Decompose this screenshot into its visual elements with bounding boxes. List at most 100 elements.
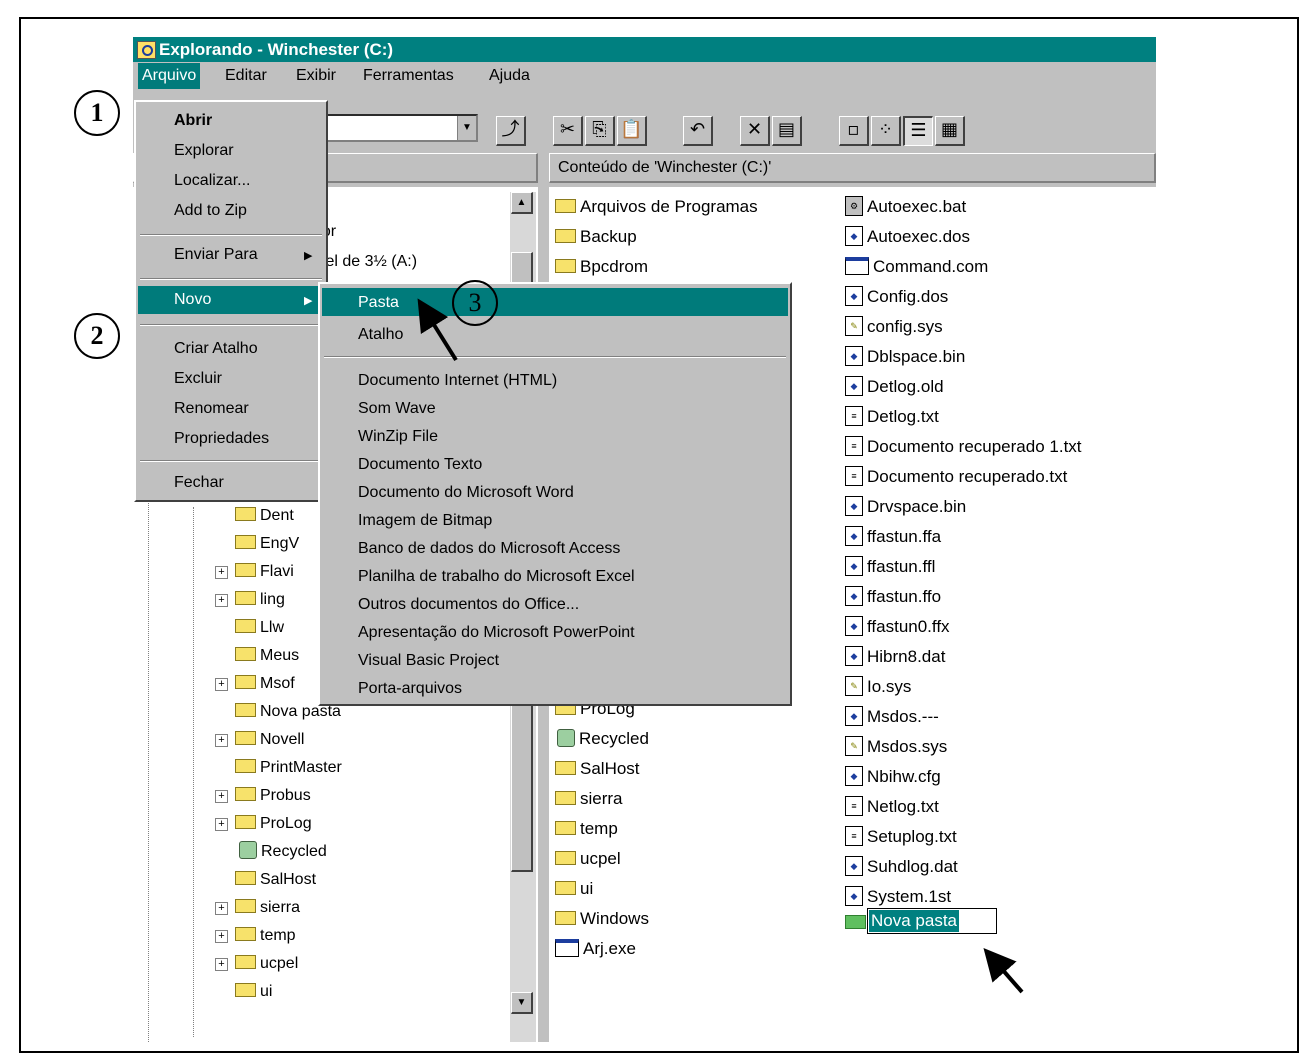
menu-item-winzip[interactable]: WinZip File [358, 424, 438, 450]
menu-item-access[interactable]: Banco de dados do Microsoft Access [358, 536, 620, 562]
up-folder-icon[interactable]: ⤴ [496, 116, 526, 146]
tree-item[interactable]: + ucpel [215, 951, 298, 977]
list-item[interactable]: ≡ Netlog.txt [845, 793, 939, 821]
copy-icon[interactable]: ⎘ [585, 116, 615, 146]
list-item[interactable]: ⚙ Autoexec.bat [845, 193, 966, 221]
list-item[interactable]: ui [555, 875, 593, 903]
menu-item-word[interactable]: Documento do Microsoft Word [358, 480, 574, 506]
tree-item[interactable]: ui [235, 979, 272, 1005]
menu-item-add-to-zip[interactable]: Add to Zip [174, 198, 247, 224]
menu-item-pasta[interactable]: Pasta [358, 290, 399, 316]
list-item[interactable]: ✎ config.sys [845, 313, 943, 341]
tree-item[interactable]: + Flavi [215, 559, 294, 585]
list-item[interactable]: sierra [555, 785, 623, 813]
expand-icon[interactable]: + [215, 594, 228, 607]
menu-item-excluir[interactable]: Excluir [174, 366, 222, 392]
menu-item-renomear[interactable]: Renomear [174, 396, 249, 422]
menu-item-office[interactable]: Outros documentos do Office... [358, 592, 579, 618]
list-item[interactable]: Arj.exe [555, 935, 636, 963]
menu-item-visual-basic[interactable]: Visual Basic Project [358, 648, 499, 674]
list-item[interactable]: ◆ Config.dos [845, 283, 948, 311]
list-item[interactable]: temp [555, 815, 618, 843]
list-item[interactable]: Arquivos de Programas [555, 193, 758, 221]
list-item[interactable]: ◆ ffastun.ffa [845, 523, 941, 551]
list-item[interactable]: Backup [555, 223, 637, 251]
menu-item-html[interactable]: Documento Internet (HTML) [358, 368, 557, 394]
tree-item[interactable]: Recycled [239, 839, 327, 865]
expand-icon[interactable]: + [215, 678, 228, 691]
list-item[interactable]: Command.com [845, 253, 988, 281]
list-item[interactable]: ◆ Suhdlog.dat [845, 853, 958, 881]
expand-icon[interactable]: + [215, 902, 228, 915]
address-combo[interactable]: ▼ [313, 114, 478, 142]
tree-item[interactable]: Llw [235, 615, 284, 641]
menu-exibir[interactable]: Exibir [292, 63, 340, 89]
menu-item-novo[interactable]: Novo [174, 287, 211, 313]
list-item[interactable]: ◆ ffastun0.ffx [845, 613, 950, 641]
menu-ferramentas[interactable]: Ferramentas [359, 63, 458, 89]
scroll-down-icon[interactable]: ▼ [511, 992, 533, 1014]
tree-item-partial[interactable]: ível de 3½ (A:) [313, 249, 417, 275]
list-item[interactable]: ✎ Io.sys [845, 673, 911, 701]
list-item[interactable]: Bpcdrom [555, 253, 648, 281]
menu-item-som-wave[interactable]: Som Wave [358, 396, 436, 422]
menu-editar[interactable]: Editar [221, 63, 271, 89]
scroll-up-icon[interactable]: ▲ [511, 192, 533, 214]
list-item[interactable]: ◆ Detlog.old [845, 373, 944, 401]
tree-item[interactable]: + sierra [215, 895, 300, 921]
expand-icon[interactable]: + [215, 930, 228, 943]
menu-item-excel[interactable]: Planilha de trabalho do Microsoft Excel [358, 564, 635, 590]
list-item[interactable]: ◆ ffastun.ffo [845, 583, 941, 611]
tree-item[interactable]: Dent [235, 503, 294, 529]
list-icon[interactable]: ☰ [903, 116, 933, 146]
menu-item-fechar[interactable]: Fechar [174, 470, 224, 496]
menu-item-propriedades[interactable]: Propriedades [174, 426, 269, 452]
expand-icon[interactable]: + [215, 734, 228, 747]
list-item[interactable]: ◆ ffastun.ffl [845, 553, 935, 581]
properties-icon[interactable]: ▤ [772, 116, 802, 146]
tree-item[interactable]: SalHost [235, 867, 316, 893]
list-item[interactable]: ◆ System.1st [845, 883, 951, 911]
list-item[interactable]: ≡ Detlog.txt [845, 403, 939, 431]
list-item[interactable]: Recycled [557, 725, 649, 753]
menu-item-localizar[interactable]: Localizar... [174, 168, 250, 194]
menu-item-bitmap[interactable]: Imagem de Bitmap [358, 508, 492, 534]
tree-item[interactable]: EngV [235, 531, 299, 557]
cut-icon[interactable]: ✂ [553, 116, 583, 146]
rename-field[interactable]: Nova pasta [867, 908, 997, 934]
list-item[interactable]: ◆ Hibrn8.dat [845, 643, 945, 671]
menu-arquivo[interactable]: Arquivo [138, 63, 201, 89]
list-item[interactable]: ≡ Documento recuperado.txt [845, 463, 1067, 491]
menu-item-enviar-para[interactable]: Enviar Para [174, 242, 258, 268]
expand-icon[interactable]: + [215, 818, 228, 831]
expand-icon[interactable]: + [215, 790, 228, 803]
menu-item-powerpoint[interactable]: Apresentação do Microsoft PowerPoint [358, 620, 635, 646]
expand-icon[interactable]: + [215, 566, 228, 579]
list-item[interactable]: ◆ Autoexec.dos [845, 223, 970, 251]
tree-item[interactable]: Meus [235, 643, 299, 669]
tree-item[interactable]: + ProLog [215, 811, 312, 837]
list-item[interactable]: ✎ Msdos.sys [845, 733, 947, 761]
tree-item[interactable]: PrintMaster [235, 755, 342, 781]
menu-item-explorar[interactable]: Explorar [174, 138, 234, 164]
tree-item[interactable]: + Msof [215, 671, 295, 697]
tree-item[interactable]: + temp [215, 923, 296, 949]
menu-item-porta-arquivos[interactable]: Porta-arquivos [358, 676, 462, 702]
list-item[interactable]: ◆ Dblspace.bin [845, 343, 965, 371]
menu-ajuda[interactable]: Ajuda [485, 63, 534, 89]
list-item[interactable]: Windows [555, 905, 649, 933]
delete-icon[interactable]: ✕ [740, 116, 770, 146]
list-item[interactable]: ≡ Documento recuperado 1.txt [845, 433, 1082, 461]
paste-icon[interactable]: 📋 [617, 116, 647, 146]
menu-item-atalho[interactable]: Atalho [358, 322, 403, 348]
chevron-down-icon[interactable]: ▼ [457, 116, 476, 140]
rename-text[interactable]: Nova pasta [869, 910, 959, 932]
large-icons-icon[interactable]: ▫ [839, 116, 869, 146]
list-item[interactable]: ◆ Msdos.--- [845, 703, 939, 731]
list-item[interactable]: SalHost [555, 755, 640, 783]
expand-icon[interactable]: + [215, 958, 228, 971]
tree-item[interactable]: + Probus [215, 783, 311, 809]
details-icon[interactable]: ▦ [935, 116, 965, 146]
list-item[interactable]: ◆ Nbihw.cfg [845, 763, 941, 791]
small-icons-icon[interactable]: ⁘ [871, 116, 901, 146]
